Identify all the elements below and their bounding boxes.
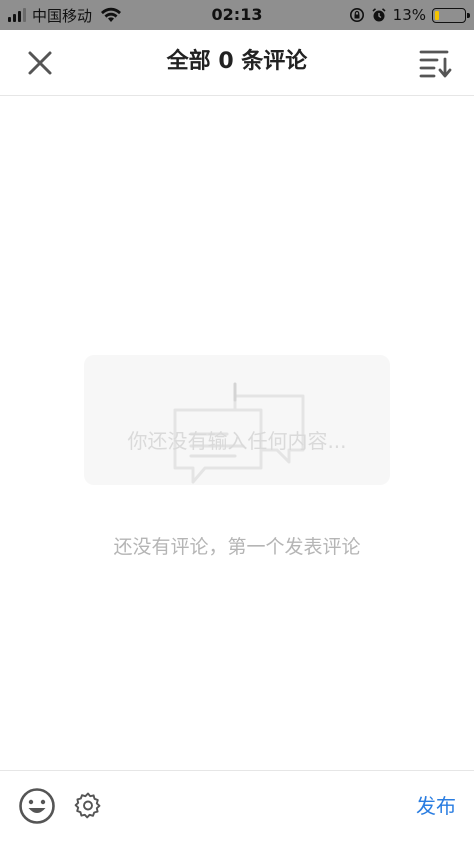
comment-input-bar: 发布	[0, 770, 474, 841]
empty-state-card: 你还没有输入任何内容...	[84, 355, 390, 485]
gear-icon[interactable]	[74, 791, 102, 819]
rotation-lock-icon	[349, 8, 364, 22]
page-title: 全部 0 条评论	[166, 49, 308, 74]
sheet-header: 全部 0 条评论	[0, 30, 474, 96]
battery-percent: 13%	[392, 6, 426, 24]
publish-button[interactable]: 发布	[416, 789, 456, 823]
sort-icon	[419, 50, 452, 78]
battery-level	[435, 10, 439, 20]
empty-placeholder-text: 你还没有输入任何内容...	[127, 429, 347, 453]
status-bar: 中国移动 02:13 13%	[0, 0, 474, 30]
alarm-icon	[372, 8, 386, 22]
status-right: 13%	[349, 0, 470, 30]
sort-button[interactable]	[416, 44, 456, 82]
battery-icon	[432, 7, 470, 23]
empty-state-caption: 还没有评论，第一个发表评论	[113, 536, 361, 558]
emoji-icon[interactable]	[18, 787, 56, 825]
screen: 中国移动 02:13 13% 全部 0 条评论 你还没有输入任何内容... 还没…	[0, 0, 474, 841]
